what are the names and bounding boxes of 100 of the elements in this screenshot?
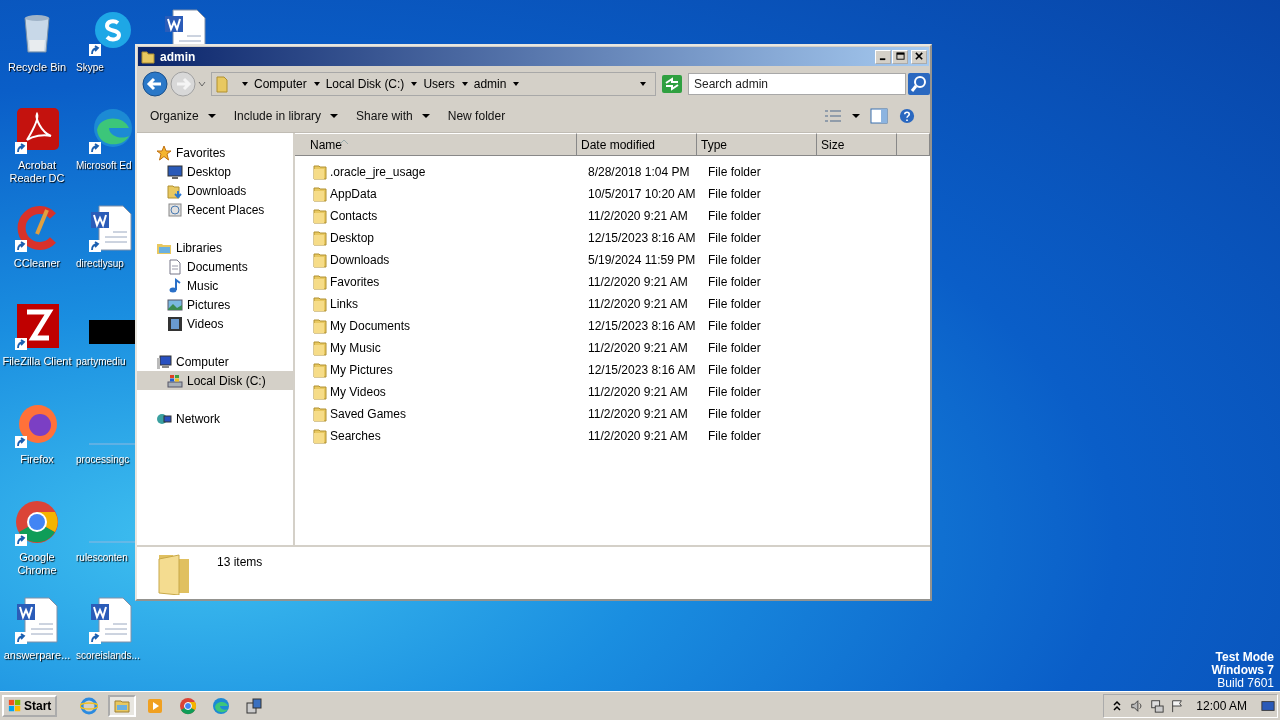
shortcut-arrow-icon — [89, 142, 101, 154]
column-header[interactable]: Name — [295, 133, 577, 155]
shortcut-arrow-icon — [15, 632, 27, 644]
nav-item[interactable]: Network — [137, 409, 293, 428]
column-header[interactable]: Size — [817, 133, 897, 155]
file-type-cell-text: File folder — [708, 275, 762, 289]
caret-icon[interactable] — [410, 80, 419, 87]
caret-icon[interactable] — [312, 80, 321, 87]
nav-item[interactable]: Computer — [137, 352, 293, 371]
film-icon — [167, 315, 183, 332]
search-field[interactable]: Search admin — [688, 72, 906, 95]
date-modified-cell-text: 11/2/2020 9:21 AM — [588, 407, 689, 421]
breadcrumb-item[interactable]: Local Disk (C:) — [325, 76, 405, 91]
maximize-icon — [895, 52, 905, 61]
file-name[interactable]: Downloads — [330, 253, 390, 267]
file-name[interactable]: Contacts — [330, 209, 378, 223]
caret-icon — [330, 113, 339, 119]
address-bar[interactable]: Computer Local Disk (C:) Users admin — [211, 71, 656, 96]
shortcut-arrow-icon — [89, 240, 101, 252]
file-type-cell-text: File folder — [708, 341, 762, 355]
shortcut-arrow-icon — [15, 436, 27, 448]
nav-item[interactable]: Pictures — [137, 295, 293, 314]
caret-icon — [207, 113, 216, 119]
file-name[interactable]: My Videos — [330, 385, 386, 399]
disk-icon — [167, 372, 183, 389]
nav-item[interactable]: Videos — [137, 314, 293, 333]
folder-icon — [215, 74, 229, 93]
file-name[interactable]: My Pictures — [330, 363, 393, 377]
recent-icon — [167, 201, 183, 218]
file-type-cell-text: File folder — [708, 407, 762, 421]
back-button[interactable] — [142, 70, 168, 97]
picture-icon — [167, 296, 183, 313]
desktop-icon-label[interactable]: CCleaner — [13, 257, 61, 270]
show-desktop-icon[interactable] — [1261, 699, 1275, 713]
star-icon — [156, 144, 172, 161]
nav-item[interactable]: Local Disk (C:) — [137, 371, 293, 390]
desktop-icon-label[interactable]: Skype — [76, 61, 104, 74]
folder-icon — [312, 296, 328, 312]
file-type-cell-text: File folder — [708, 385, 762, 399]
network-icon[interactable] — [1150, 699, 1165, 713]
breadcrumb-item[interactable]: admin — [473, 76, 507, 91]
address-dropdown-icon[interactable] — [639, 80, 647, 87]
caret-icon[interactable] — [241, 80, 249, 87]
caret-icon[interactable] — [460, 80, 469, 87]
desktop-icon-label[interactable]: Recycle Bin — [7, 61, 67, 74]
shortcut-arrow-icon — [15, 534, 27, 546]
file-name[interactable]: Searches — [330, 429, 381, 443]
maximize-button[interactable] — [892, 49, 908, 64]
music-icon — [167, 277, 183, 294]
windows-logo-icon — [8, 699, 22, 713]
desktop-icon-label[interactable]: Microsoft Ed — [76, 159, 132, 172]
nav-item[interactable]: Recent Places — [137, 200, 293, 219]
nav-item[interactable]: Favorites — [137, 143, 293, 162]
file-name[interactable]: My Music — [330, 341, 381, 355]
nav-item[interactable]: Music — [137, 276, 293, 295]
breadcrumb-item[interactable]: Users — [423, 76, 455, 91]
folder-icon — [312, 362, 328, 378]
file-name[interactable]: Links — [330, 297, 358, 311]
minimize-button[interactable] — [875, 49, 891, 64]
shortcut-arrow-icon — [15, 240, 27, 252]
window-title: admin — [160, 49, 196, 64]
close-button[interactable] — [911, 49, 927, 64]
flag-icon[interactable] — [1170, 699, 1185, 713]
nav-item[interactable]: Documents — [137, 257, 293, 276]
chrome-icon[interactable] — [13, 498, 61, 546]
toolbar-button[interactable]: Include in library — [224, 106, 348, 126]
search-icon[interactable] — [908, 72, 930, 95]
preview-pane-icon[interactable] — [870, 108, 888, 124]
computer-icon — [156, 353, 172, 370]
folder-icon — [312, 186, 328, 202]
start-button[interactable]: Start — [2, 695, 58, 717]
date-modified-cell-text: 10/5/2017 10:20 AM — [588, 187, 697, 201]
nav-item[interactable]: Libraries — [137, 238, 293, 257]
file-name[interactable]: AppData — [330, 187, 377, 201]
toolbar-button[interactable]: New folder — [438, 106, 515, 126]
history-caret-icon[interactable] — [198, 80, 206, 87]
help-icon[interactable] — [898, 108, 916, 124]
desktop-icon-label[interactable]: directlysup — [76, 257, 124, 270]
caret-icon[interactable] — [512, 80, 521, 87]
caret-icon[interactable] — [852, 113, 860, 119]
date-modified-cell-text: 8/28/2018 1:04 PM — [588, 165, 691, 179]
caret-icon — [421, 113, 430, 119]
column-header[interactable]: Date modified — [577, 133, 697, 155]
toolbar-button[interactable]: Organize — [141, 106, 225, 126]
nav-item[interactable]: Downloads — [137, 181, 293, 200]
file-name[interactable]: My Documents — [330, 319, 411, 333]
file-name[interactable]: Desktop — [330, 231, 375, 245]
nav-item[interactable]: Desktop — [137, 162, 293, 181]
file-name[interactable]: Saved Games — [330, 407, 407, 421]
shortcut-arrow-icon — [15, 142, 27, 154]
file-name[interactable]: .oracle_jre_usage — [330, 165, 426, 179]
refresh-button[interactable] — [662, 74, 682, 93]
date-modified-cell-text: 5/19/2024 11:59 PM — [588, 253, 697, 267]
file-name[interactable]: Favorites — [330, 275, 380, 289]
clock[interactable]: 12:00 AM — [1196, 699, 1247, 713]
desktop-icon-label[interactable]: Acrobat Reader DC — [9, 159, 65, 185]
toolbar-button[interactable]: Share with — [347, 106, 439, 126]
column-header[interactable]: Type — [697, 133, 817, 155]
system-notice-text: Windows 7 — [1211, 664, 1274, 677]
breadcrumb-item[interactable]: Computer — [254, 76, 307, 91]
